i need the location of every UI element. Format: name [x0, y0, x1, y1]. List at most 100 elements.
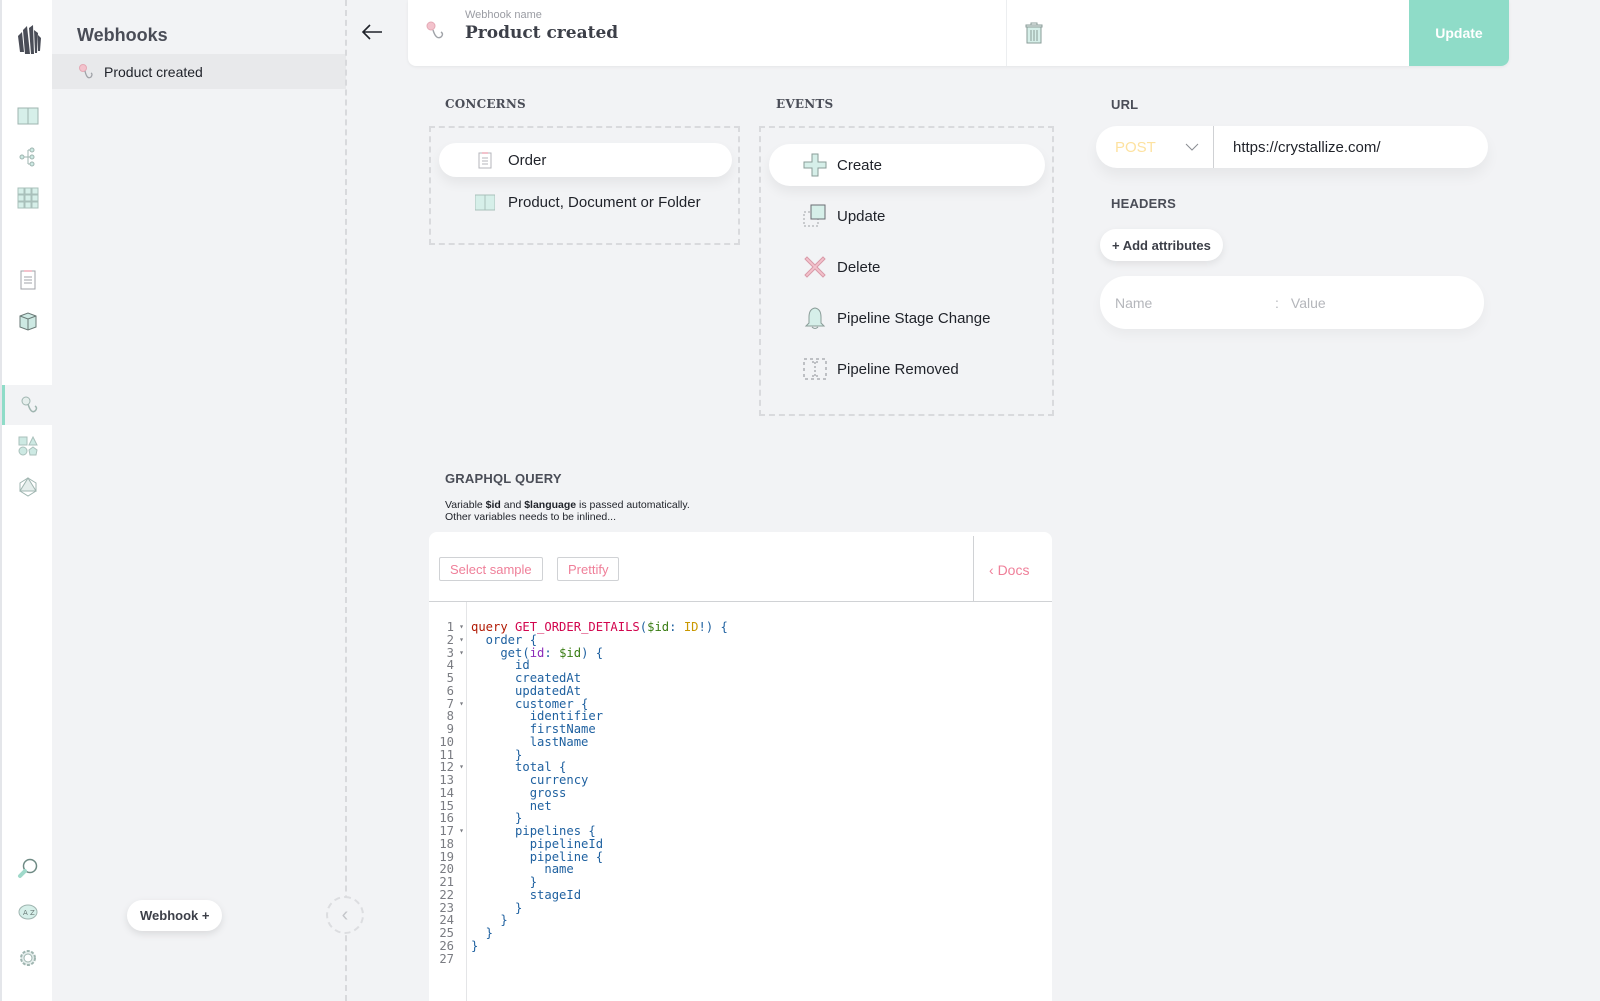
- line-number: 27: [439, 951, 454, 966]
- trash-icon[interactable]: [1023, 22, 1045, 44]
- rail-grids[interactable]: [2, 178, 54, 218]
- line-number: 5: [446, 671, 454, 685]
- line-number: 10: [439, 734, 454, 749]
- settings-gear-icon: [20, 950, 36, 966]
- search-icon: [18, 858, 38, 878]
- event-label: Delete: [837, 258, 881, 276]
- event-pipeline-removed[interactable]: Pipeline Removed: [769, 348, 1045, 390]
- webhook-list-item-label: Product created: [104, 63, 203, 80]
- chevron-down-icon: [1185, 143, 1199, 151]
- line-number: 14: [439, 785, 454, 800]
- line-number: 26: [439, 938, 454, 953]
- concern-label: Order: [508, 151, 547, 169]
- line-number[interactable]: 17: [429, 825, 466, 838]
- webhook-list-item[interactable]: Product created: [52, 54, 346, 89]
- header-value-input[interactable]: [1290, 294, 1461, 311]
- rail-catalogue[interactable]: [2, 96, 54, 136]
- event-pipeline-stage-change[interactable]: Pipeline Stage Change: [769, 297, 1045, 339]
- code-line: }: [471, 875, 538, 889]
- code-line: pipelines {: [471, 824, 596, 838]
- svg-text:A Z: A Z: [23, 909, 35, 917]
- concern-product-document-folder[interactable]: Product, Document or Folder: [439, 185, 732, 219]
- book-icon: [475, 194, 495, 211]
- line-gutter: 1234567891011121314151617181920212223242…: [429, 602, 467, 1001]
- line-number[interactable]: 1: [429, 621, 466, 634]
- code-line: order {: [471, 632, 538, 647]
- orders-clipboard-icon: [20, 270, 36, 290]
- webhook-name-label: Webhook name: [465, 9, 542, 21]
- header-separator: [1006, 0, 1007, 66]
- update-icon: [803, 204, 826, 227]
- delete-x-icon: [804, 256, 826, 278]
- concerns-list: Order Product, Document or Folder: [429, 126, 740, 245]
- event-update[interactable]: Update: [769, 195, 1045, 237]
- line-number: 25: [439, 926, 454, 940]
- headers-label: HEADERS: [1111, 196, 1176, 211]
- concern-order[interactable]: Order: [439, 143, 732, 177]
- pipeline-removed-icon: [803, 358, 827, 380]
- code-line: }: [471, 900, 523, 915]
- graphql-editor: Select sample Prettify ‹ Docs 1234567891…: [429, 532, 1052, 1001]
- url-input[interactable]: [1214, 138, 1488, 156]
- code-line: }: [471, 913, 508, 928]
- code-line: updatedAt: [471, 683, 582, 698]
- customers-box-icon: [19, 312, 37, 331]
- method-select[interactable]: POST: [1096, 126, 1214, 168]
- code-line: }: [471, 938, 479, 953]
- rail-translations[interactable]: A Z: [2, 893, 54, 933]
- url-label: URL: [1111, 97, 1139, 112]
- chevron-left-icon: ‹: [341, 903, 349, 926]
- line-number: 9: [446, 722, 454, 736]
- prettify-button[interactable]: Prettify: [557, 557, 620, 581]
- line-number: 21: [439, 875, 454, 889]
- events-list: Create Update Delete Pipeline Stage Chan…: [759, 126, 1054, 416]
- note-var-language: $language: [524, 499, 577, 511]
- add-attributes-button[interactable]: + Add attributes: [1100, 229, 1223, 261]
- rail-settings[interactable]: [2, 938, 54, 978]
- docs-button[interactable]: ‹ Docs: [989, 562, 1029, 578]
- panel-title: Webhooks: [77, 25, 168, 45]
- webhooks-panel: Webhooks Product created Webhook +: [52, 0, 346, 1001]
- event-create[interactable]: Create: [769, 144, 1045, 186]
- rail-search[interactable]: [2, 848, 54, 888]
- graphql-note: Variable $id and $language is passed aut…: [445, 499, 690, 523]
- collapse-panel-button[interactable]: ‹: [326, 896, 364, 934]
- crystallize-logo[interactable]: [16, 24, 42, 56]
- line-number: 22: [439, 887, 454, 902]
- webhook-icon: [426, 21, 444, 39]
- graphql-icon: [19, 477, 37, 497]
- docs-label: Docs: [997, 562, 1030, 578]
- rail-orders[interactable]: [2, 260, 54, 300]
- note-text: Variable: [445, 499, 486, 511]
- webhook-name-input[interactable]: Product created: [465, 23, 618, 43]
- code-line: query GET_ORDER_DETAILS($id: ID!) {: [471, 620, 728, 634]
- concerns-label: CONCERNS: [445, 97, 526, 111]
- line-number: 6: [446, 683, 454, 698]
- code-lines: query GET_ORDER_DETAILS($id: ID!) { orde…: [471, 621, 728, 965]
- event-delete[interactable]: Delete: [769, 246, 1045, 288]
- code-line: firstName: [471, 722, 596, 736]
- method-value: POST: [1115, 138, 1156, 156]
- translate-icon: A Z: [18, 904, 38, 920]
- webhook-icon: [21, 396, 37, 413]
- catalogue-book-icon: [17, 107, 39, 125]
- code-editor[interactable]: 1234567891011121314151617181920212223242…: [429, 602, 1052, 1001]
- rail-shapes[interactable]: [2, 426, 54, 466]
- select-sample-button[interactable]: Select sample: [439, 557, 543, 581]
- rail-webhooks[interactable]: [2, 385, 54, 425]
- rail-graphql[interactable]: [2, 467, 54, 507]
- rail-topics[interactable]: [2, 137, 54, 177]
- shapes-icon: [18, 435, 38, 456]
- line-number[interactable]: 2: [429, 633, 466, 647]
- header-separator: :: [1275, 294, 1279, 311]
- update-button[interactable]: Update: [1409, 0, 1509, 66]
- event-label: Update: [837, 207, 886, 225]
- add-webhook-button[interactable]: Webhook +: [127, 900, 223, 931]
- code-line: stageId: [471, 887, 582, 902]
- code-line: }: [471, 926, 494, 940]
- rail-customers[interactable]: [2, 301, 54, 341]
- header-name-input[interactable]: [1115, 294, 1275, 311]
- chevron-left-icon: ‹: [989, 562, 994, 578]
- back-arrow-icon[interactable]: [360, 20, 384, 44]
